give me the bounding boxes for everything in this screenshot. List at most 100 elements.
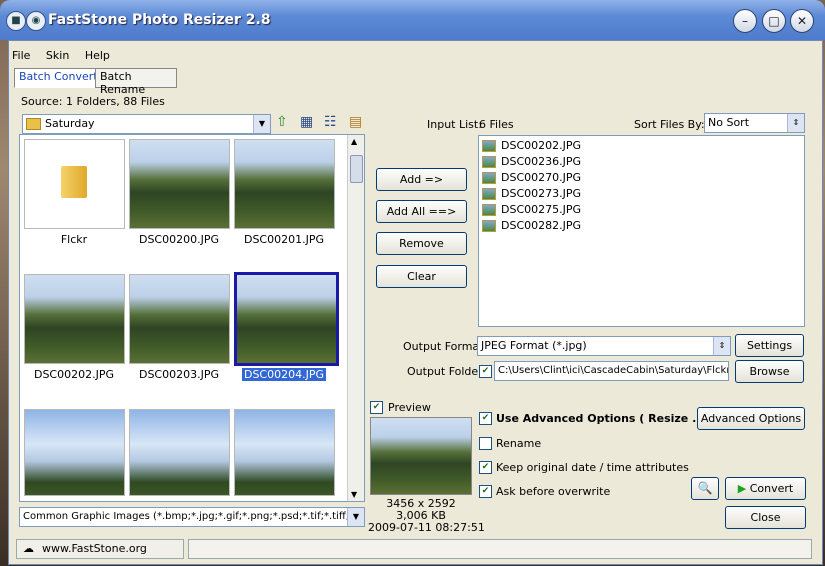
list-item[interactable]: DSC00270.JPG: [479, 170, 804, 186]
image-file-icon: [482, 188, 496, 200]
ask-overwrite-checkbox[interactable]: ✔: [479, 485, 492, 498]
app-window: ■ ◉ FastStone Photo Resizer 2.8 – □ ✕ Fi…: [0, 0, 825, 566]
rename-checkbox[interactable]: [479, 437, 492, 450]
list-item[interactable]: DSC00273.JPG: [479, 186, 804, 202]
website-link[interactable]: ☁ www.FastStone.org: [16, 539, 184, 559]
cloud-icon: ☁: [23, 542, 34, 555]
menu-skin[interactable]: Skin: [46, 49, 69, 62]
thumbnail-image[interactable]: [234, 409, 335, 496]
thumbnail-image[interactable]: [234, 139, 335, 229]
ask-overwrite-label: Ask before overwrite: [496, 485, 611, 498]
image-file-icon: [482, 156, 496, 168]
thumbnail-image[interactable]: [24, 409, 125, 496]
scroll-thumb[interactable]: [350, 155, 363, 183]
thumbnail-caption-selected: DSC00204.JPG: [241, 368, 327, 381]
thumbnail-image[interactable]: [129, 409, 230, 496]
list-item-label: DSC00202.JPG: [501, 139, 582, 152]
list-item-label: DSC00282.JPG: [501, 219, 582, 232]
list-item-label: DSC00270.JPG: [501, 171, 582, 184]
chevron-down-icon[interactable]: ▼: [253, 115, 270, 133]
add-button[interactable]: Add =>: [376, 168, 467, 191]
chevron-down-icon[interactable]: ▼: [347, 508, 364, 526]
title-bar: ■ ◉ FastStone Photo Resizer 2.8 – □ ✕: [0, 0, 825, 40]
scroll-down-icon[interactable]: ▼: [351, 490, 357, 499]
list-item[interactable]: DSC00236.JPG: [479, 154, 804, 170]
thumbnail-image[interactable]: [129, 139, 230, 229]
thumbnail-scrollbar[interactable]: ▲ ▼: [347, 135, 364, 501]
preview-date: 2009-07-11 08:27:51: [368, 521, 485, 534]
image-file-icon: [482, 172, 496, 184]
keep-date-label: Keep original date / time attributes: [496, 461, 689, 474]
output-folder-field[interactable]: C:\Users\Clint\ici\CascadeCabin\Saturday…: [494, 361, 729, 381]
add-all-button[interactable]: Add All ==>: [376, 200, 467, 223]
file-list-items: DSC00202.JPG DSC00236.JPG DSC00270.JPG D…: [479, 136, 804, 234]
thumbnail-image[interactable]: [24, 274, 125, 364]
thumbnail-image-selected[interactable]: [234, 272, 339, 366]
folder-combo[interactable]: Saturday ▼: [22, 114, 271, 134]
image-file-icon: [482, 220, 496, 232]
folder-value: Saturday: [45, 117, 95, 130]
list-item-label: DSC00236.JPG: [501, 155, 582, 168]
advanced-options-button[interactable]: Advanced Options: [697, 407, 805, 430]
thumbnail-caption: DSC00200.JPG: [138, 233, 220, 246]
output-folder-checkbox[interactable]: ✔: [479, 365, 492, 378]
browse-button[interactable]: Browse: [735, 360, 804, 383]
sort-combo[interactable]: No Sort ⇕: [704, 113, 805, 133]
clear-button[interactable]: Clear: [376, 265, 467, 288]
preview-image: [370, 417, 472, 495]
list-item-label: DSC00275.JPG: [501, 203, 582, 216]
convert-label: Convert: [749, 482, 794, 495]
folder-icon: [61, 166, 87, 198]
image-file-icon: [482, 140, 496, 152]
output-folder-label: Output Folder:: [407, 365, 487, 378]
keep-date-checkbox[interactable]: ✔: [479, 461, 492, 474]
thumbnail-caption: DSC00201.JPG: [243, 233, 325, 246]
thumbnail-caption: DSC00202.JPG: [33, 368, 115, 381]
sort-label: Sort Files By:: [634, 118, 705, 131]
preview-label: Preview: [388, 401, 431, 414]
input-list-count: 6 Files: [479, 118, 514, 131]
close-window-button[interactable]: ✕: [790, 9, 814, 33]
convert-button[interactable]: ▶ Convert: [725, 477, 806, 500]
system-menu-icon[interactable]: ■: [6, 11, 26, 31]
close-button[interactable]: Close: [725, 506, 806, 529]
list-item[interactable]: DSC00282.JPG: [479, 218, 804, 234]
chevron-updown-icon[interactable]: ⇕: [787, 114, 804, 132]
rename-label: Rename: [496, 437, 542, 450]
output-format-label: Output Format:: [403, 340, 488, 353]
thumbnail-view-icon[interactable]: ▦: [300, 114, 313, 130]
file-filter-value: Common Graphic Images (*.bmp;*.jpg;*.gif…: [23, 511, 365, 522]
status-bar: ☁ www.FastStone.org: [12, 539, 817, 559]
list-view-icon[interactable]: ☷: [324, 114, 337, 130]
menu-file[interactable]: File: [12, 49, 30, 62]
file-filter-combo[interactable]: Common Graphic Images (*.bmp;*.jpg;*.gif…: [19, 507, 365, 527]
thumbnail-image[interactable]: [129, 274, 230, 364]
website-label: www.FastStone.org: [42, 542, 147, 555]
play-icon: ▶: [737, 482, 750, 495]
menu-bar: File Skin Help: [12, 49, 122, 65]
thumbnail-caption: DSC00204.JPG: [232, 368, 336, 381]
chevron-updown-icon[interactable]: ⇕: [713, 337, 730, 355]
input-file-list[interactable]: DSC00202.JPG DSC00236.JPG DSC00270.JPG D…: [478, 135, 805, 327]
thumbnail-caption: Flckr: [60, 233, 88, 246]
settings-button[interactable]: Settings: [735, 334, 804, 357]
list-item[interactable]: DSC00275.JPG: [479, 202, 804, 218]
preview-checkbox[interactable]: ✔: [370, 401, 383, 414]
folder-up-icon[interactable]: ⇧: [276, 114, 288, 130]
advanced-options-checkbox[interactable]: ✔: [479, 412, 492, 425]
thumbnail-folder[interactable]: [24, 139, 125, 229]
menu-help[interactable]: Help: [85, 49, 110, 62]
details-view-icon[interactable]: ▤: [349, 114, 362, 130]
list-item[interactable]: DSC00202.JPG: [479, 138, 804, 154]
maximize-button[interactable]: □: [762, 9, 786, 33]
tab-batch-rename[interactable]: Batch Rename: [95, 68, 177, 96]
folder-icon: [26, 118, 41, 130]
remove-button[interactable]: Remove: [376, 232, 467, 255]
tab-batch-convert[interactable]: Batch Convert: [14, 68, 104, 88]
output-format-combo[interactable]: JPEG Format (*.jpg) ⇕: [477, 336, 731, 356]
sort-value: No Sort: [708, 116, 750, 129]
scroll-up-icon[interactable]: ▲: [351, 137, 357, 146]
thumbnail-caption: DSC00203.JPG: [138, 368, 220, 381]
minimize-button[interactable]: –: [733, 9, 757, 33]
preview-zoom-icon[interactable]: 🔍: [691, 477, 719, 500]
